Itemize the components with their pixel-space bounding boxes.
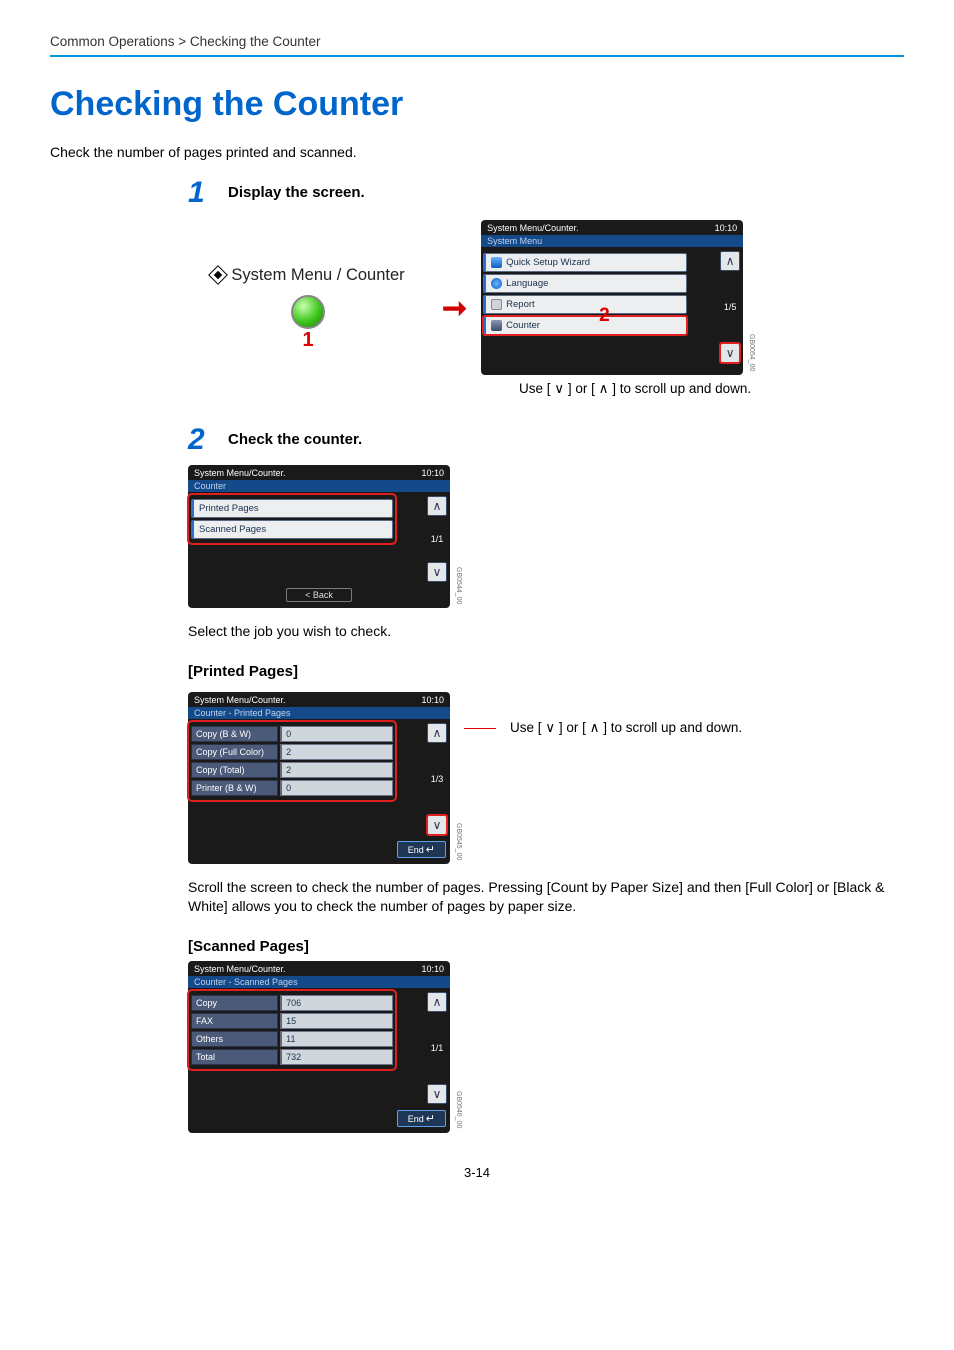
figure-code: GB0546_00 [455, 1091, 462, 1128]
system-menu-icon [208, 265, 228, 285]
step-1-heading: Display the screen. [228, 178, 365, 201]
panel-time: 10:10 [715, 223, 738, 233]
end-button[interactable]: End↵ [397, 841, 446, 858]
panel-subtitle: Counter [188, 480, 450, 492]
row-scan-others: Others11 [191, 1031, 393, 1047]
step-2-heading: Check the counter. [228, 425, 362, 448]
arrow-icon: ➞ [442, 291, 467, 326]
menu-item-language[interactable]: Language [483, 274, 687, 293]
page-indicator: 1/1 [431, 534, 444, 544]
figure-code: GB0544_00 [455, 567, 462, 604]
select-text: Select the job you wish to check. [188, 622, 904, 641]
system-menu-panel: System Menu/Counter. 10:10 System Menu Q… [481, 220, 743, 375]
page-indicator: 1/1 [431, 1043, 444, 1053]
scroll-down-button[interactable]: ∨ [427, 1084, 447, 1104]
panel-title: System Menu/Counter. [487, 223, 579, 233]
menu-item-scanned-pages[interactable]: Scanned Pages [191, 520, 393, 539]
back-button[interactable]: < Back [286, 588, 352, 602]
globe-icon [491, 278, 502, 289]
wizard-icon [491, 257, 502, 268]
end-button[interactable]: End↵ [397, 1110, 446, 1127]
page-indicator: 1/5 [724, 302, 737, 312]
row-copy-fullcolor: Copy (Full Color)2 [191, 744, 393, 760]
intro-text: Check the number of pages printed and sc… [50, 144, 904, 160]
system-menu-hardkey[interactable] [291, 295, 325, 329]
step-2-number: 2 [188, 425, 228, 455]
row-scan-fax: FAX15 [191, 1013, 393, 1029]
panel-time: 10:10 [421, 468, 444, 478]
scroll-up-button[interactable]: ∧ [720, 251, 740, 271]
scroll-down-button[interactable]: ∨ [720, 343, 740, 363]
step-1-number: 1 [188, 178, 228, 208]
page-indicator: 1/3 [431, 774, 444, 784]
enter-icon: ↵ [426, 1113, 435, 1125]
callout-2: 2 [599, 305, 610, 327]
row-copy-bw: Copy (B & W)0 [191, 726, 393, 742]
divider [50, 55, 904, 57]
figure-code: GB0054_00 [748, 334, 755, 371]
scroll-up-button[interactable]: ∧ [427, 723, 447, 743]
row-scan-total: Total732 [191, 1049, 393, 1065]
menu-item-report[interactable]: Report [483, 295, 687, 314]
menu-item-quick-setup[interactable]: Quick Setup Wizard [483, 253, 687, 272]
scroll-up-button[interactable]: ∧ [427, 496, 447, 516]
scroll-down-button[interactable]: ∨ [427, 815, 447, 835]
printed-pages-panel: System Menu/Counter. 10:10 Counter - Pri… [188, 692, 450, 864]
system-menu-text: System Menu / Counter [231, 266, 404, 285]
panel-title: System Menu/Counter. [194, 695, 286, 705]
scroll-hint: Use [ ∨ ] or [ ∧ ] to scroll up and down… [451, 381, 751, 397]
system-menu-counter-label: System Menu / Counter [188, 266, 428, 285]
leader-line [464, 728, 496, 729]
panel-subtitle: Counter - Printed Pages [188, 707, 450, 719]
page-title: Checking the Counter [50, 85, 904, 124]
figure-code: GB0545_00 [455, 823, 462, 860]
counter-icon [491, 320, 502, 331]
row-scan-copy: Copy706 [191, 995, 393, 1011]
page-number: 3-14 [50, 1165, 904, 1180]
report-icon [491, 299, 502, 310]
scroll-up-button[interactable]: ∧ [427, 992, 447, 1012]
scanned-pages-heading: [Scanned Pages] [188, 938, 904, 955]
printed-pages-heading: [Printed Pages] [188, 663, 904, 680]
panel-time: 10:10 [421, 964, 444, 974]
menu-item-counter[interactable]: Counter [483, 316, 687, 335]
scanned-pages-panel: System Menu/Counter. 10:10 Counter - Sca… [188, 961, 450, 1133]
panel-title: System Menu/Counter. [194, 964, 286, 974]
menu-item-printed-pages[interactable]: Printed Pages [191, 499, 393, 518]
callout-1: 1 [188, 329, 428, 352]
scroll-hint: Use [ ∨ ] or [ ∧ ] to scroll up and down… [510, 720, 742, 736]
panel-title: System Menu/Counter. [194, 468, 286, 478]
breadcrumb: Common Operations > Checking the Counter [50, 34, 904, 49]
panel-time: 10:10 [421, 695, 444, 705]
row-printer-bw: Printer (B & W)0 [191, 780, 393, 796]
panel-subtitle: Counter - Scanned Pages [188, 976, 450, 988]
printed-pages-text: Scroll the screen to check the number of… [188, 878, 888, 916]
enter-icon: ↵ [426, 844, 435, 856]
row-copy-total: Copy (Total)2 [191, 762, 393, 778]
counter-panel: System Menu/Counter. 10:10 Counter Print… [188, 465, 450, 608]
panel-subtitle: System Menu [481, 235, 743, 247]
scroll-down-button[interactable]: ∨ [427, 562, 447, 582]
